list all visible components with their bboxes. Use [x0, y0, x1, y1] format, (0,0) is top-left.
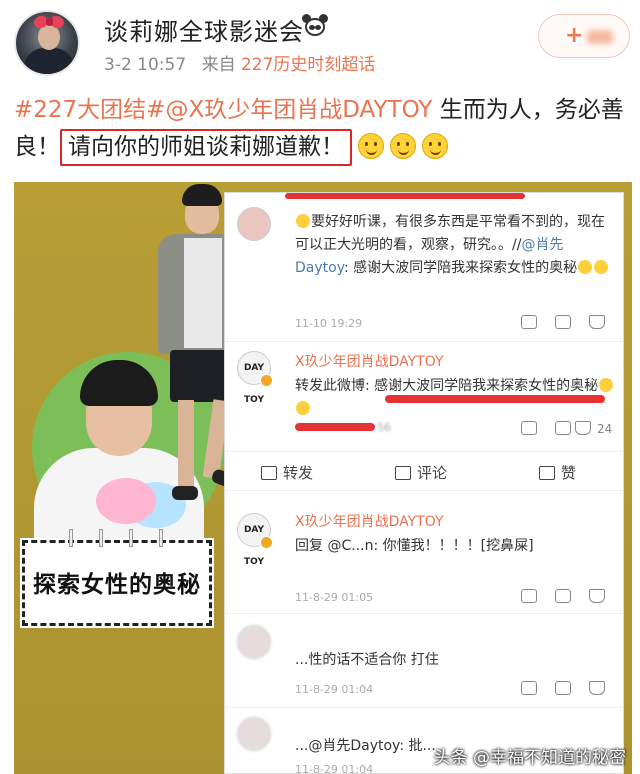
caption-card: 探索女性的奥秘 — [22, 529, 212, 626]
mention-link[interactable]: @X玖少年团肖战DAYTOY — [165, 97, 432, 123]
comment-text: ...性的话不适合你 打住 — [295, 652, 439, 668]
follow-label-blurred — [587, 30, 613, 44]
clip-icon — [69, 529, 165, 547]
comment-actions: 24 — [225, 421, 623, 441]
comment-actions — [225, 589, 623, 609]
commenter-avatar — [237, 625, 271, 659]
comment-button[interactable]: 评论 — [395, 462, 447, 483]
redline-mark — [385, 395, 605, 403]
emoji-icon — [296, 214, 310, 228]
highlighted-sentence-text: 请向你的师姐谈莉娜道歉！ — [68, 134, 344, 160]
follow-button[interactable]: + — [538, 14, 630, 58]
comment-icon[interactable] — [555, 315, 571, 329]
comment-icon[interactable] — [555, 589, 571, 603]
commenter-name[interactable]: X玖少年团肖战DAYTOY — [295, 511, 444, 531]
comment-actions — [225, 315, 623, 335]
like-count: 24 — [597, 422, 613, 436]
divider — [225, 707, 623, 708]
commenter-avatar: DAY TOY — [237, 351, 273, 405]
emoji-icon — [594, 260, 609, 274]
smile-emoji-icon — [390, 133, 416, 159]
action-bar: 转发 评论 赞 — [225, 451, 623, 491]
post-header: 谈莉娜全球影迷会 3-2 10:57 来自 227历史时刻超话 + — [0, 0, 640, 84]
comment-time: 11-8-29 01:04 — [295, 763, 374, 774]
like-icon[interactable] — [589, 589, 605, 603]
post-meta: 3-2 10:57 来自 227历史时刻超话 — [104, 50, 375, 75]
emoji-icon — [296, 401, 310, 415]
like-icon[interactable] — [589, 681, 605, 695]
commenter-avatar — [237, 207, 271, 241]
share-icon[interactable] — [521, 315, 537, 329]
user-avatar[interactable] — [14, 10, 80, 76]
thumbs-up-icon — [539, 466, 555, 480]
post-time: 3-2 10:57 — [104, 55, 187, 75]
emoji-icon — [599, 378, 614, 392]
post-image[interactable]: 探索女性的奥秘 要好好听课，有很多东西是平常看不到的，现在可以正大光明的看，观察… — [14, 182, 632, 774]
share-icon[interactable] — [521, 681, 537, 695]
comment-text: 回复 @C...n: 你懂我！！！！[挖鼻屎] — [295, 538, 534, 554]
avatar-coat — [24, 48, 74, 74]
comment-icon[interactable] — [555, 421, 571, 435]
repost-icon — [261, 466, 277, 480]
comment-icon — [395, 466, 411, 480]
watermark: 头条 @幸福不知道的秘密 — [433, 748, 626, 768]
like-button[interactable]: 赞 — [539, 462, 576, 483]
emoji-icon — [578, 260, 593, 274]
bow-icon — [32, 13, 66, 31]
username[interactable]: 谈莉娜全球影迷会 — [104, 12, 304, 47]
commenter-name[interactable]: X玖少年团肖战DAYTOY — [295, 351, 444, 371]
hashtag-link[interactable]: #227大团结# — [14, 97, 165, 123]
panda-icon — [302, 14, 328, 38]
smile-emoji-icon — [422, 133, 448, 159]
divider — [225, 341, 623, 342]
highlighted-sentence: 请向你的师姐谈莉娜道歉！ — [60, 129, 352, 166]
like-icon[interactable] — [589, 315, 605, 329]
share-icon[interactable] — [521, 421, 537, 435]
redline-mark — [285, 193, 525, 199]
smile-emoji-icon — [358, 133, 384, 159]
like-icon[interactable] — [575, 421, 591, 435]
plus-icon: + — [565, 23, 584, 48]
share-icon[interactable] — [521, 589, 537, 603]
verified-icon — [260, 374, 273, 387]
post-text: #227大团结#@X玖少年团肖战DAYTOY 生而为人，务必善良！ 请向你的师姐谈… — [14, 92, 632, 166]
commenter-avatar: DAY TOY — [237, 513, 273, 567]
commenter-avatar — [237, 717, 271, 751]
repost-button[interactable]: 转发 — [261, 462, 313, 483]
caption-text: 探索女性的奥秘 — [33, 572, 201, 598]
post-source-link[interactable]: 227历史时刻超话 — [241, 55, 375, 75]
comment-icon[interactable] — [555, 681, 571, 695]
comment-screenshot: 要好好听课，有很多东西是平常看不到的，现在可以正大光明的看，观察，研究。。//@… — [224, 192, 624, 774]
verified-icon — [260, 536, 273, 549]
divider — [225, 613, 623, 614]
comment-actions — [225, 681, 623, 701]
source-prefix: 来自 — [201, 55, 236, 75]
comment-text: 要好好听课，有很多东西是平常看不到的，现在可以正大光明的看，观察，研究。。//@… — [295, 211, 615, 280]
